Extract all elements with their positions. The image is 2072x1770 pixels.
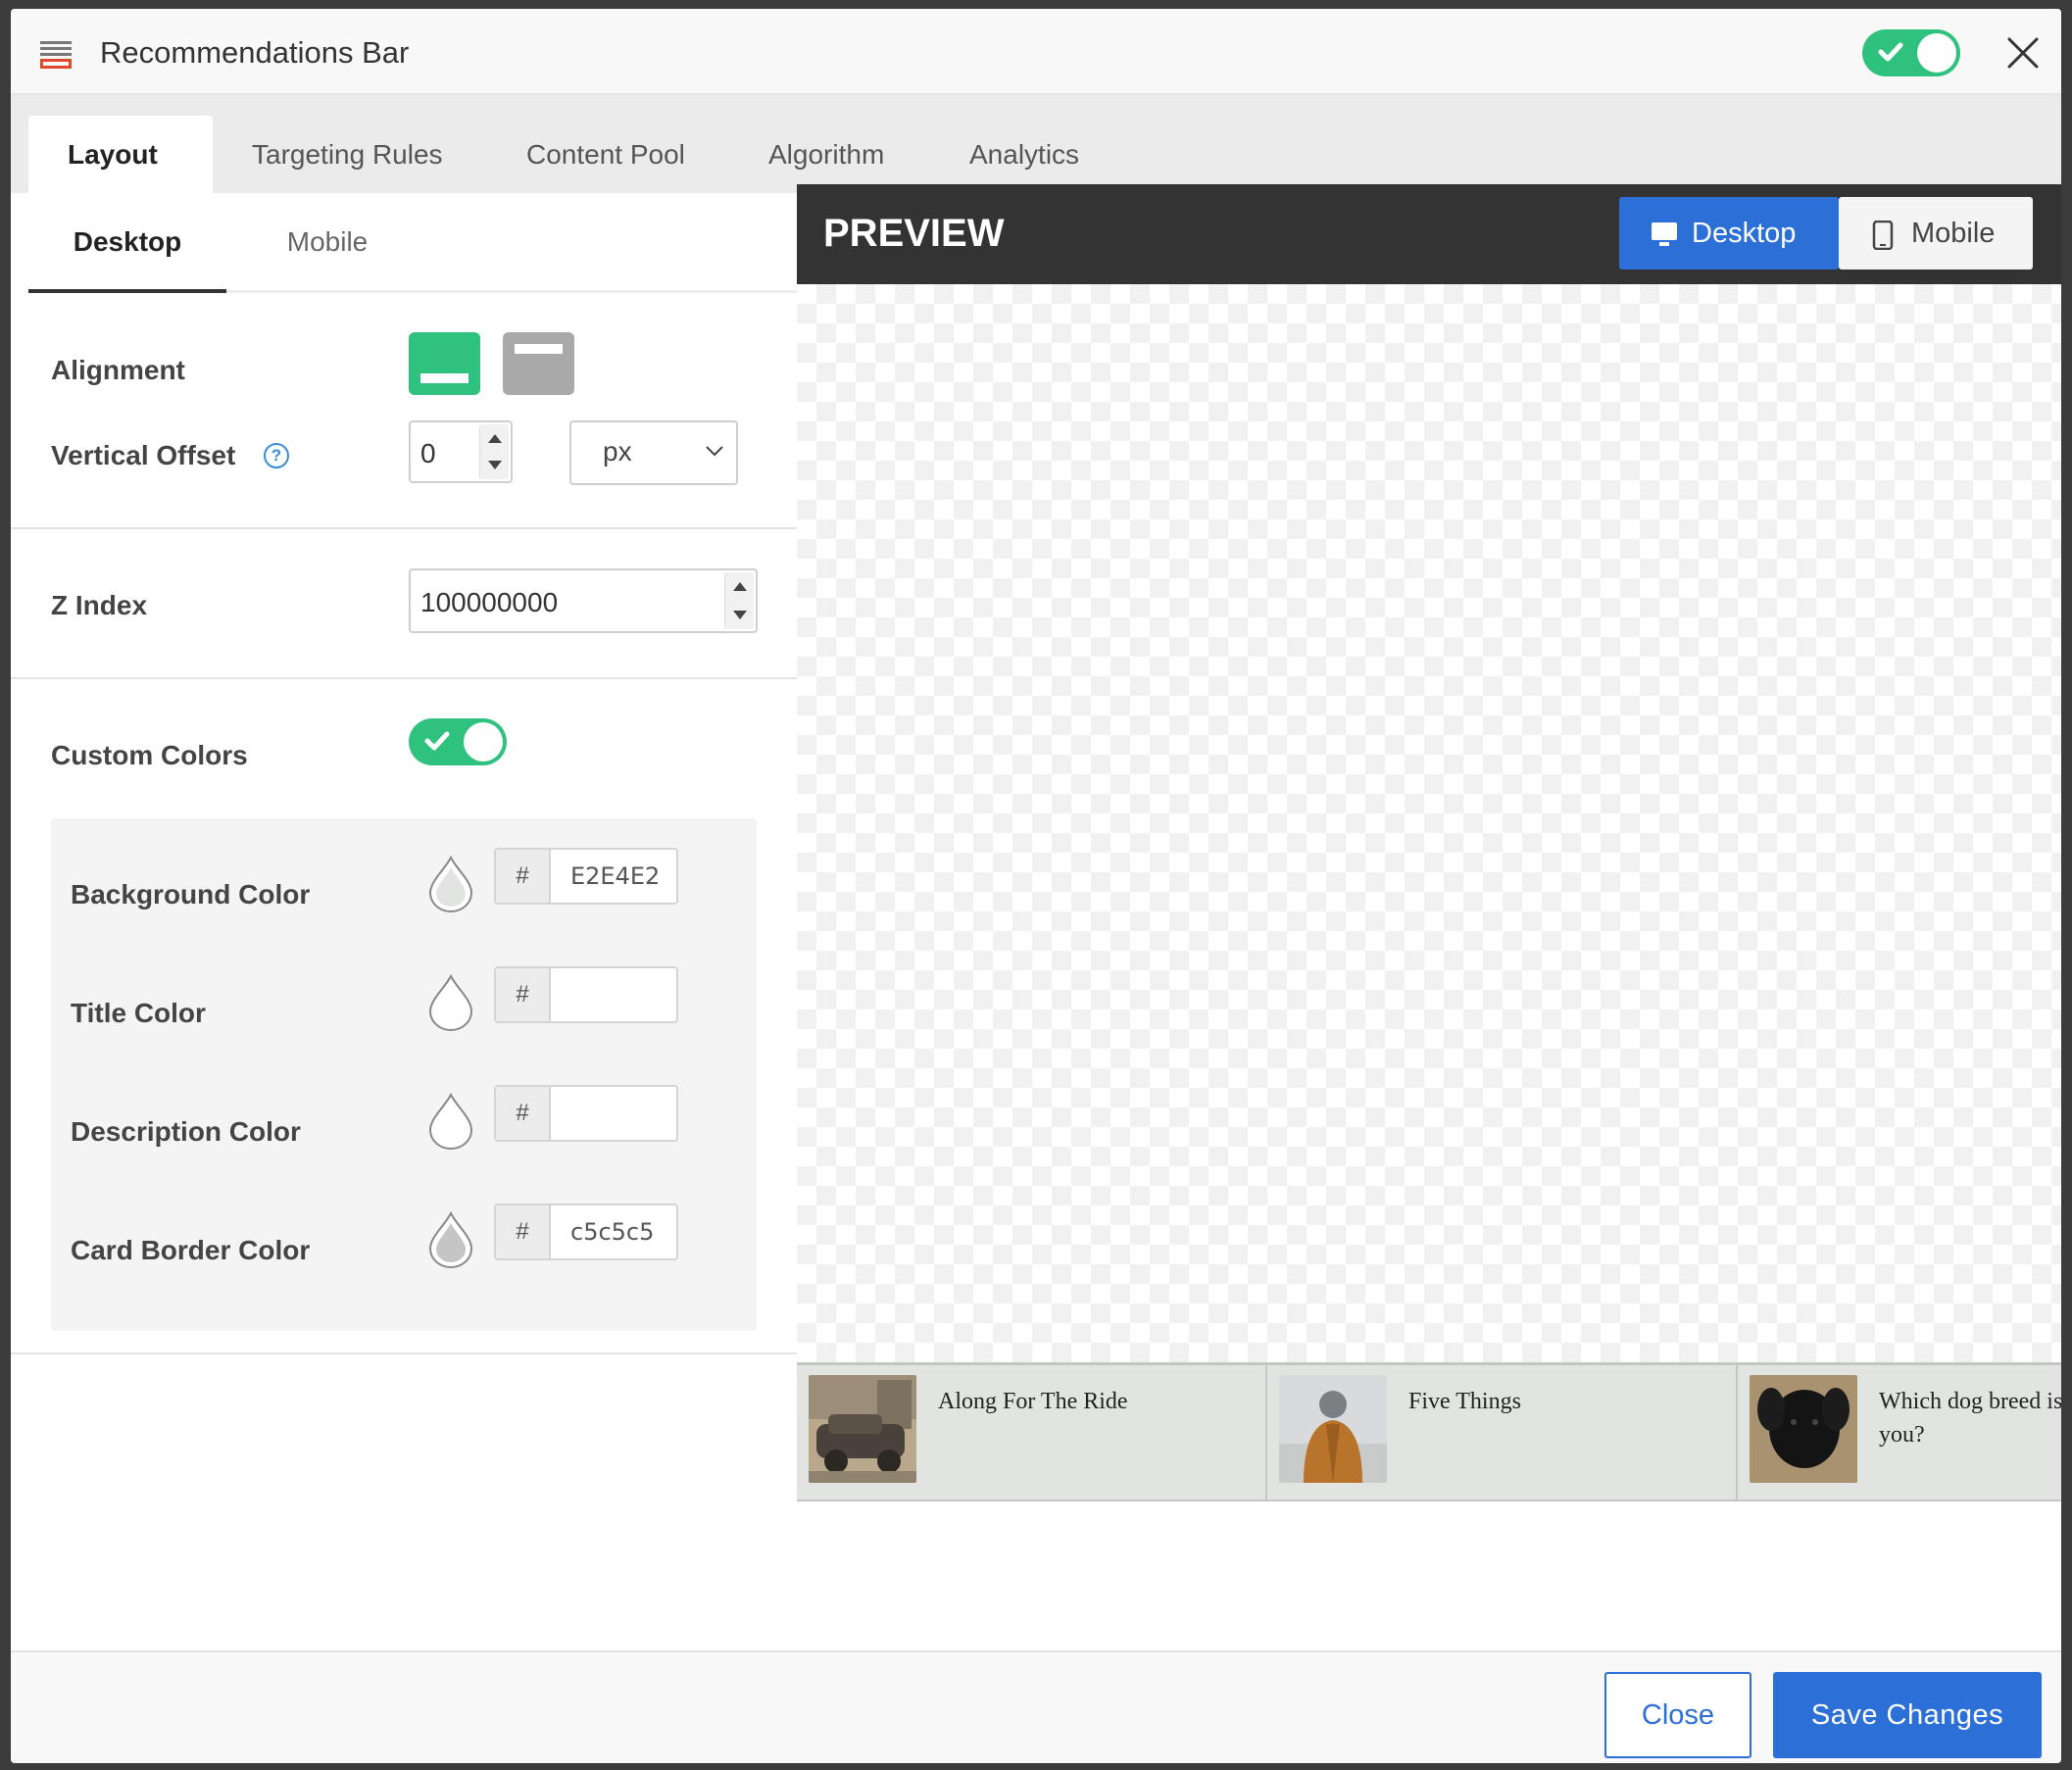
preview-header: PREVIEW Desktop Mobile xyxy=(797,184,2061,284)
description-color-label: Description Color xyxy=(71,1116,301,1147)
align-bottom-button[interactable] xyxy=(409,332,480,395)
card-title: Along For The Ride xyxy=(938,1389,1128,1414)
align-top-button[interactable] xyxy=(503,332,574,395)
save-changes-button[interactable]: Save Changes xyxy=(1773,1672,2042,1758)
tab-analytics[interactable]: Analytics xyxy=(930,116,1118,193)
z-index-label: Z Index xyxy=(51,590,148,620)
card-title: Which dog breed is you? xyxy=(1879,1389,2061,1448)
vertical-offset-input[interactable]: 0 xyxy=(409,420,513,483)
tab-layout[interactable]: Layout xyxy=(28,116,213,193)
card-border-color-input[interactable]: # c5c5c5 xyxy=(494,1204,678,1260)
vintage-car-icon xyxy=(809,1375,916,1483)
preview-canvas xyxy=(797,284,2061,1362)
close-button[interactable]: Close xyxy=(1604,1672,1751,1758)
card-border-color-label: Card Border Color xyxy=(71,1235,311,1265)
background-color-input[interactable]: # E2E4E2 xyxy=(494,848,678,905)
enable-toggle[interactable] xyxy=(1862,29,1960,76)
vertical-offset-label: Vertical Offset xyxy=(51,440,236,470)
section-divider xyxy=(11,1352,797,1354)
main-tabs: Layout Targeting Rules Content Pool Algo… xyxy=(11,95,2061,193)
recommendations-bar-preview: Along For The Ride Five Things Which dog… xyxy=(797,1362,2061,1501)
color-drop-icon[interactable] xyxy=(425,854,476,912)
tab-algorithm[interactable]: Algorithm xyxy=(729,116,923,193)
close-icon[interactable] xyxy=(2003,33,2043,73)
preview-mobile-button[interactable]: Mobile xyxy=(1839,197,2033,270)
dialog-footer: Close Save Changes xyxy=(11,1650,2061,1763)
dialog-header: Recommendations Bar xyxy=(11,9,2061,95)
title-color-label: Title Color xyxy=(71,998,206,1028)
check-icon xyxy=(424,731,450,751)
background-color-label: Background Color xyxy=(71,879,311,910)
custom-colors-box: Background Color # E2E4E2 Title Color # … xyxy=(51,818,757,1331)
subtab-mobile[interactable]: Mobile xyxy=(254,193,401,293)
preview-title: PREVIEW xyxy=(823,212,1005,255)
section-divider xyxy=(11,527,797,529)
tab-targeting-rules[interactable]: Targeting Rules xyxy=(213,116,482,193)
color-drop-icon[interactable] xyxy=(425,1209,476,1268)
card-title: Five Things xyxy=(1408,1389,1521,1414)
desktop-icon xyxy=(1652,222,1677,246)
recommendations-bar-icon xyxy=(40,41,72,71)
device-subtabs: Desktop Mobile xyxy=(28,193,797,293)
recommendations-bar-dialog: Recommendations Bar Layout Targeting Rul… xyxy=(11,9,2061,1763)
mobile-icon xyxy=(1872,221,1894,250)
preview-desktop-button[interactable]: Desktop xyxy=(1619,197,1839,270)
recommendation-card[interactable]: Which dog breed is you? xyxy=(1738,1365,2061,1500)
color-drop-icon[interactable] xyxy=(425,972,476,1031)
description-color-input[interactable]: # xyxy=(494,1085,678,1142)
alignment-label: Alignment xyxy=(51,355,185,385)
z-index-input[interactable]: 100000000 xyxy=(409,568,758,633)
person-in-jacket-icon xyxy=(1279,1375,1387,1483)
help-icon[interactable]: ? xyxy=(264,443,289,468)
check-icon xyxy=(1878,42,1903,62)
black-dog-icon xyxy=(1750,1375,1857,1483)
color-drop-icon[interactable] xyxy=(425,1091,476,1150)
dialog-title: Recommendations Bar xyxy=(100,35,410,70)
title-color-input[interactable]: # xyxy=(494,966,678,1023)
layout-settings-panel: Desktop Mobile Alignment Vertical Offset… xyxy=(11,193,797,1663)
section-divider xyxy=(11,677,797,679)
z-index-spinner[interactable] xyxy=(724,572,754,629)
tab-content-pool[interactable]: Content Pool xyxy=(487,116,724,193)
vertical-offset-spinner[interactable] xyxy=(479,424,509,479)
offset-unit-select[interactable]: px xyxy=(569,420,738,485)
subtab-desktop[interactable]: Desktop xyxy=(28,193,226,293)
recommendation-card[interactable]: Along For The Ride xyxy=(797,1365,1267,1500)
chevron-down-icon xyxy=(706,446,723,457)
custom-colors-label: Custom Colors xyxy=(51,740,248,770)
recommendation-card[interactable]: Five Things xyxy=(1267,1365,1738,1500)
preview-panel: PREVIEW Desktop Mobile Along For The Rid… xyxy=(797,184,2061,1507)
custom-colors-toggle[interactable] xyxy=(409,718,507,765)
